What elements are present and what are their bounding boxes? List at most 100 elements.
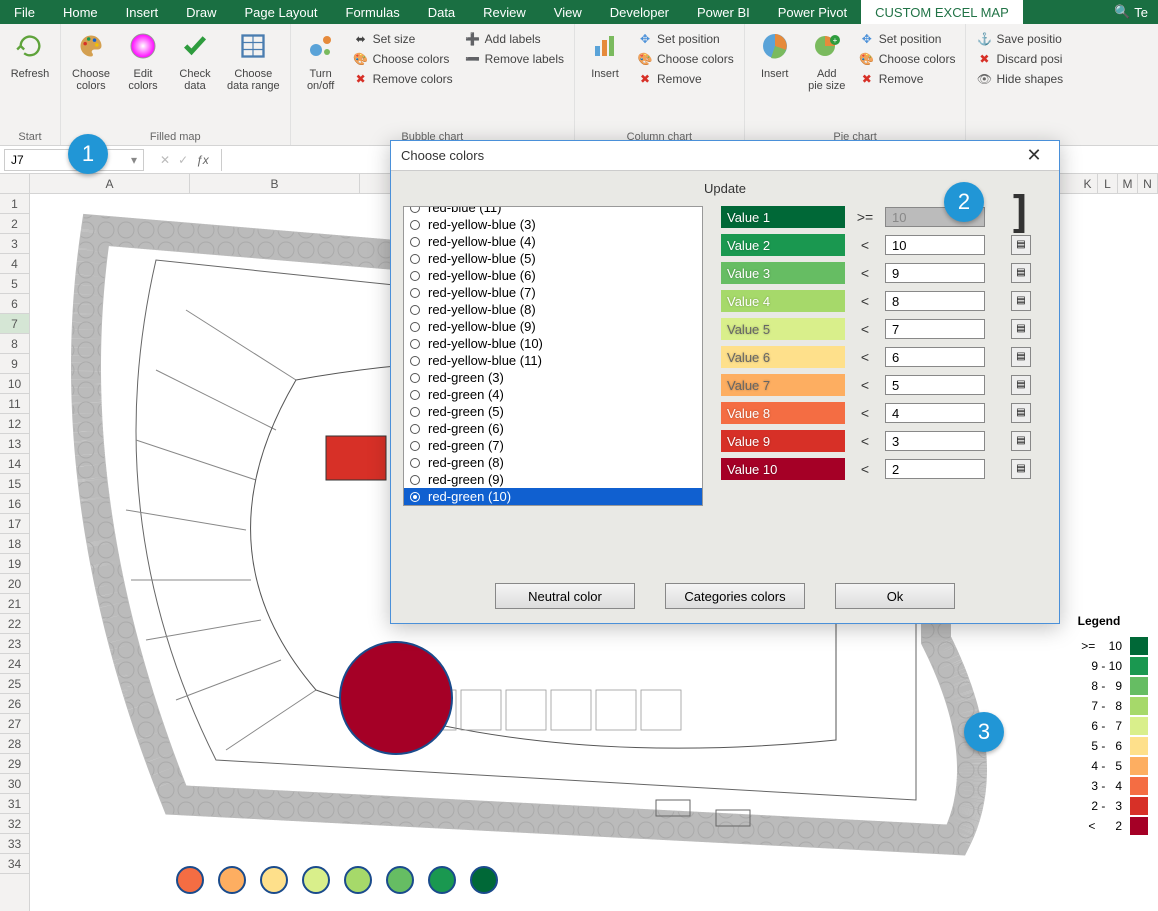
row-header[interactable]: 10 <box>0 374 29 394</box>
column-header[interactable]: K <box>1078 174 1098 193</box>
discard-position-button[interactable]: ✖Discard posi <box>972 50 1067 68</box>
scheme-option[interactable]: red-yellow-blue (9) <box>404 318 702 335</box>
categories-colors-button[interactable]: Categories colors <box>665 583 805 609</box>
tab-insert[interactable]: Insert <box>112 0 173 24</box>
scheme-option[interactable]: red-green (10) <box>404 488 702 505</box>
row-header[interactable]: 17 <box>0 514 29 534</box>
color-scheme-list[interactable]: red-blue (11)red-yellow-blue (3)red-yell… <box>403 206 703 506</box>
cancel-formula-icon[interactable]: ✕ <box>160 153 170 167</box>
row-header[interactable]: 26 <box>0 694 29 714</box>
scheme-option[interactable]: red-green (4) <box>404 386 702 403</box>
neutral-color-button[interactable]: Neutral color <box>495 583 635 609</box>
value-swatch[interactable]: Value 7 <box>721 374 845 396</box>
row-header[interactable]: 25 <box>0 674 29 694</box>
tab-data[interactable]: Data <box>414 0 469 24</box>
column-choose-colors-button[interactable]: 🎨Choose colors <box>633 50 738 68</box>
tab-developer[interactable]: Developer <box>596 0 683 24</box>
edit-colors-button[interactable]: Edit colors <box>119 26 167 96</box>
hide-shapes-button[interactable]: 👁Hide shapes <box>972 70 1067 88</box>
color-picker-button[interactable]: ▤ <box>1011 375 1031 395</box>
row-header[interactable]: 34 <box>0 854 29 874</box>
select-all-corner[interactable] <box>0 174 30 194</box>
scheme-option[interactable]: red-yellow-blue (7) <box>404 284 702 301</box>
row-headers[interactable]: 1234567891011121314151617181920212223242… <box>0 194 30 911</box>
threshold-input[interactable] <box>885 347 985 367</box>
color-picker-button[interactable]: ▤ <box>1011 459 1031 479</box>
scheme-option[interactable]: red-yellow-blue (11) <box>404 352 702 369</box>
threshold-input[interactable] <box>885 431 985 451</box>
check-data-button[interactable]: Check data <box>171 26 219 96</box>
row-header[interactable]: 4 <box>0 254 29 274</box>
value-swatch[interactable]: Value 9 <box>721 430 845 452</box>
tab-review[interactable]: Review <box>469 0 540 24</box>
dropdown-icon[interactable]: ▾ <box>131 153 137 167</box>
scheme-option[interactable]: red-green (7) <box>404 437 702 454</box>
tab-draw[interactable]: Draw <box>172 0 230 24</box>
add-pie-size-button[interactable]: + Add pie size <box>803 26 851 96</box>
row-header[interactable]: 12 <box>0 414 29 434</box>
value-swatch[interactable]: Value 1 <box>721 206 845 228</box>
choose-colors-button[interactable]: Choose colors <box>67 26 115 96</box>
row-header[interactable]: 33 <box>0 834 29 854</box>
color-picker-button[interactable]: ▤ <box>1011 347 1031 367</box>
tell-me-search[interactable]: 🔍 Te <box>1104 4 1158 20</box>
row-header[interactable]: 5 <box>0 274 29 294</box>
row-header[interactable]: 16 <box>0 494 29 514</box>
threshold-input[interactable] <box>885 291 985 311</box>
row-header[interactable]: 1 <box>0 194 29 214</box>
value-swatch[interactable]: Value 5 <box>721 318 845 340</box>
value-swatch[interactable]: Value 6 <box>721 346 845 368</box>
remove-labels-button[interactable]: ➖Remove labels <box>461 50 568 68</box>
column-header[interactable]: L <box>1098 174 1118 193</box>
pie-insert-button[interactable]: Insert <box>751 26 799 84</box>
value-swatch[interactable]: Value 10 <box>721 458 845 480</box>
color-picker-button[interactable]: ▤ <box>1011 431 1031 451</box>
threshold-input[interactable] <box>885 263 985 283</box>
value-swatch[interactable]: Value 2 <box>721 234 845 256</box>
threshold-input[interactable] <box>885 375 985 395</box>
add-labels-button[interactable]: ➕Add labels <box>461 30 568 48</box>
column-header[interactable]: A <box>30 174 190 193</box>
row-header[interactable]: 19 <box>0 554 29 574</box>
scheme-option[interactable]: red-blue (11) <box>404 206 702 216</box>
column-insert-button[interactable]: Insert <box>581 26 629 84</box>
value-swatch[interactable]: Value 8 <box>721 402 845 424</box>
tab-home[interactable]: Home <box>49 0 112 24</box>
scheme-option[interactable]: red-green (3) <box>404 369 702 386</box>
fx-icon[interactable]: ƒx <box>196 153 209 167</box>
value-swatch[interactable]: Value 4 <box>721 290 845 312</box>
ok-button[interactable]: Ok <box>835 583 955 609</box>
bubble-choose-colors-button[interactable]: 🎨Choose colors <box>349 50 457 68</box>
threshold-input[interactable] <box>885 459 985 479</box>
tab-custom-excel-map[interactable]: CUSTOM EXCEL MAP <box>861 0 1023 24</box>
tab-formulas[interactable]: Formulas <box>332 0 414 24</box>
row-header[interactable]: 29 <box>0 754 29 774</box>
column-remove-button[interactable]: ✖Remove <box>633 70 738 88</box>
column-header[interactable]: M <box>1118 174 1138 193</box>
scheme-option[interactable]: red-yellow-blue (5) <box>404 250 702 267</box>
pie-set-position-button[interactable]: ✥Set position <box>855 30 960 48</box>
row-header[interactable]: 14 <box>0 454 29 474</box>
row-header[interactable]: 22 <box>0 614 29 634</box>
row-header[interactable]: 30 <box>0 774 29 794</box>
tab-file[interactable]: File <box>0 0 49 24</box>
tab-power-bi[interactable]: Power BI <box>683 0 764 24</box>
scheme-option[interactable]: red-yellow-blue (8) <box>404 301 702 318</box>
pie-choose-colors-button[interactable]: 🎨Choose colors <box>855 50 960 68</box>
row-header[interactable]: 24 <box>0 654 29 674</box>
scheme-option[interactable]: red-green (8) <box>404 454 702 471</box>
column-header[interactable]: N <box>1138 174 1158 193</box>
row-header[interactable]: 20 <box>0 574 29 594</box>
refresh-button[interactable]: Refresh <box>6 26 54 84</box>
close-icon[interactable]: ✕ <box>1019 145 1049 166</box>
row-header[interactable]: 2 <box>0 214 29 234</box>
column-set-position-button[interactable]: ✥Set position <box>633 30 738 48</box>
scheme-option[interactable]: red-yellow-blue (4) <box>404 233 702 250</box>
dialog-titlebar[interactable]: Choose colors ✕ <box>391 141 1059 171</box>
row-header[interactable]: 27 <box>0 714 29 734</box>
tab-power-pivot[interactable]: Power Pivot <box>764 0 861 24</box>
color-picker-button[interactable]: ▤ <box>1011 319 1031 339</box>
color-picker-button[interactable]: ▤ <box>1011 403 1031 423</box>
color-picker-button[interactable]: ▤ <box>1011 263 1031 283</box>
remove-colors-button[interactable]: ✖Remove colors <box>349 70 457 88</box>
